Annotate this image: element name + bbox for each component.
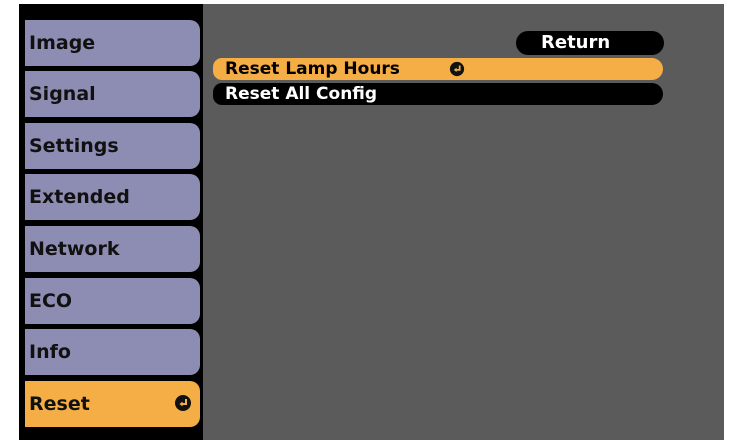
- return-button[interactable]: Return: [516, 31, 664, 55]
- menu-tab-label: Settings: [29, 135, 119, 157]
- option-reset-all-config[interactable]: Reset All Config: [213, 83, 663, 105]
- menu-tab-label: Extended: [29, 186, 130, 208]
- menu-tab-info[interactable]: Info: [25, 329, 200, 375]
- menu-tab-signal[interactable]: Signal: [25, 71, 200, 117]
- option-reset-lamp-hours[interactable]: Reset Lamp Hours: [213, 58, 663, 80]
- enter-icon: [449, 61, 465, 77]
- menu-tab-label: Network: [29, 238, 120, 260]
- menu-tab-eco[interactable]: ECO: [25, 278, 200, 324]
- menu-tab-reset[interactable]: Reset: [25, 381, 200, 427]
- return-label: Return: [541, 32, 611, 53]
- menu-tab-extended[interactable]: Extended: [25, 174, 200, 220]
- option-label: Reset Lamp Hours: [225, 59, 400, 79]
- menu-tab-label: Signal: [29, 83, 96, 105]
- enter-icon: [174, 394, 192, 412]
- main-menu: Image Signal Settings Extended Network E…: [19, 4, 200, 440]
- menu-tab-label: Reset: [29, 393, 90, 415]
- menu-tab-network[interactable]: Network: [25, 226, 200, 272]
- menu-tab-image[interactable]: Image: [25, 20, 200, 66]
- submenu-panel: Return Reset Lamp Hours Reset All Config: [203, 4, 724, 440]
- menu-tab-settings[interactable]: Settings: [25, 123, 200, 169]
- menu-tab-label: ECO: [29, 290, 73, 312]
- menu-tab-label: Info: [29, 341, 71, 363]
- option-label: Reset All Config: [225, 84, 378, 104]
- menu-tab-label: Image: [29, 32, 96, 54]
